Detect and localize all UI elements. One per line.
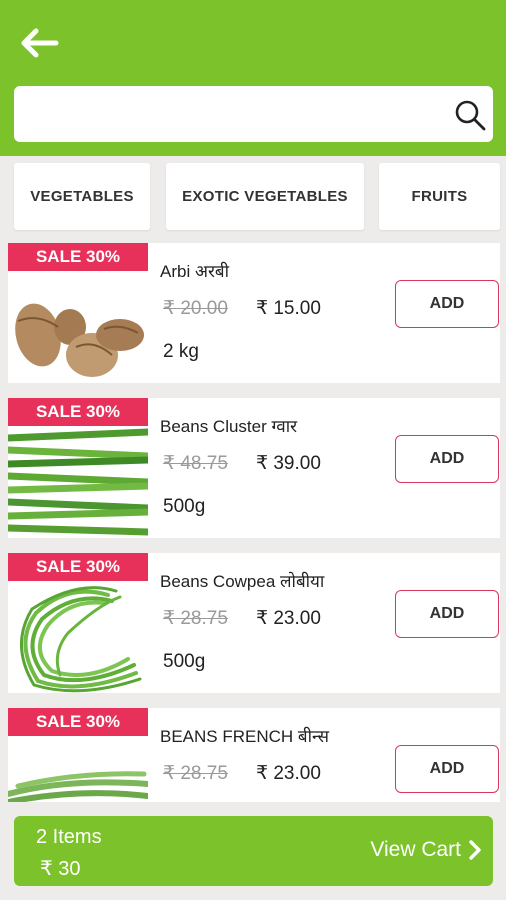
tab-exotic-vegetables[interactable]: EXOTIC VEGETABLES — [166, 163, 364, 230]
cart-bar[interactable]: 2 Items ₹ 30 View Cart — [14, 816, 493, 886]
chevron-right-icon — [469, 840, 481, 860]
product-quantity: 500g — [163, 651, 206, 672]
app-header — [0, 0, 506, 156]
product-name: Beans Cowpea लोबीया — [160, 572, 325, 591]
product-quantity: 2 kg — [163, 341, 199, 362]
product-name: Arbi अरबी — [160, 262, 230, 281]
sale-badge: SALE 30% — [8, 243, 148, 271]
back-button[interactable] — [18, 26, 62, 60]
product-name: BEANS FRENCH बीन्स — [160, 727, 329, 746]
arrow-left-icon — [21, 28, 59, 58]
view-cart-button[interactable]: View Cart — [370, 838, 483, 862]
add-button[interactable]: ADD — [395, 435, 499, 483]
product-price: ₹ 39.00 — [256, 453, 321, 474]
product-card: SALE 30% Beans Cluster ग्वार ₹ 48.75 ₹ 3… — [8, 398, 500, 538]
product-mrp: ₹ 48.75 — [163, 453, 228, 474]
product-card: SALE 30% Arbi अरबी ₹ 20.00 ₹ 15.00 2 kg … — [8, 243, 500, 383]
search-bar[interactable] — [14, 86, 493, 142]
product-mrp: ₹ 28.75 — [163, 608, 228, 629]
product-card: SALE 30% Beans Cowpea लोबीया ₹ 28.75 ₹ 2… — [8, 553, 500, 693]
product-price: ₹ 23.00 — [256, 608, 321, 629]
product-quantity: 500g — [163, 496, 206, 517]
product-price: ₹ 23.00 — [256, 763, 321, 784]
cart-item-count: 2 Items — [36, 826, 102, 848]
view-cart-label: View Cart — [370, 838, 461, 861]
product-card: SALE 30% BEANS FRENCH बीन्स ₹ 28.75 ₹ 23… — [8, 708, 500, 802]
add-button[interactable]: ADD — [395, 590, 499, 638]
cart-total: ₹ 30 — [40, 858, 81, 880]
category-tabs: VEGETABLES EXOTIC VEGETABLES FRUITS — [0, 156, 506, 238]
search-input[interactable] — [26, 98, 446, 130]
product-mrp: ₹ 20.00 — [163, 298, 228, 319]
sale-badge: SALE 30% — [8, 708, 148, 736]
sale-badge: SALE 30% — [8, 553, 148, 581]
product-name: Beans Cluster ग्वार — [160, 417, 298, 436]
search-icon[interactable] — [453, 98, 487, 132]
product-price: ₹ 15.00 — [256, 298, 321, 319]
product-mrp: ₹ 28.75 — [163, 763, 228, 784]
add-button[interactable]: ADD — [395, 280, 499, 328]
sale-badge: SALE 30% — [8, 398, 148, 426]
tab-fruits[interactable]: FRUITS — [379, 163, 500, 230]
tab-vegetables[interactable]: VEGETABLES — [14, 163, 150, 230]
add-button[interactable]: ADD — [395, 745, 499, 793]
